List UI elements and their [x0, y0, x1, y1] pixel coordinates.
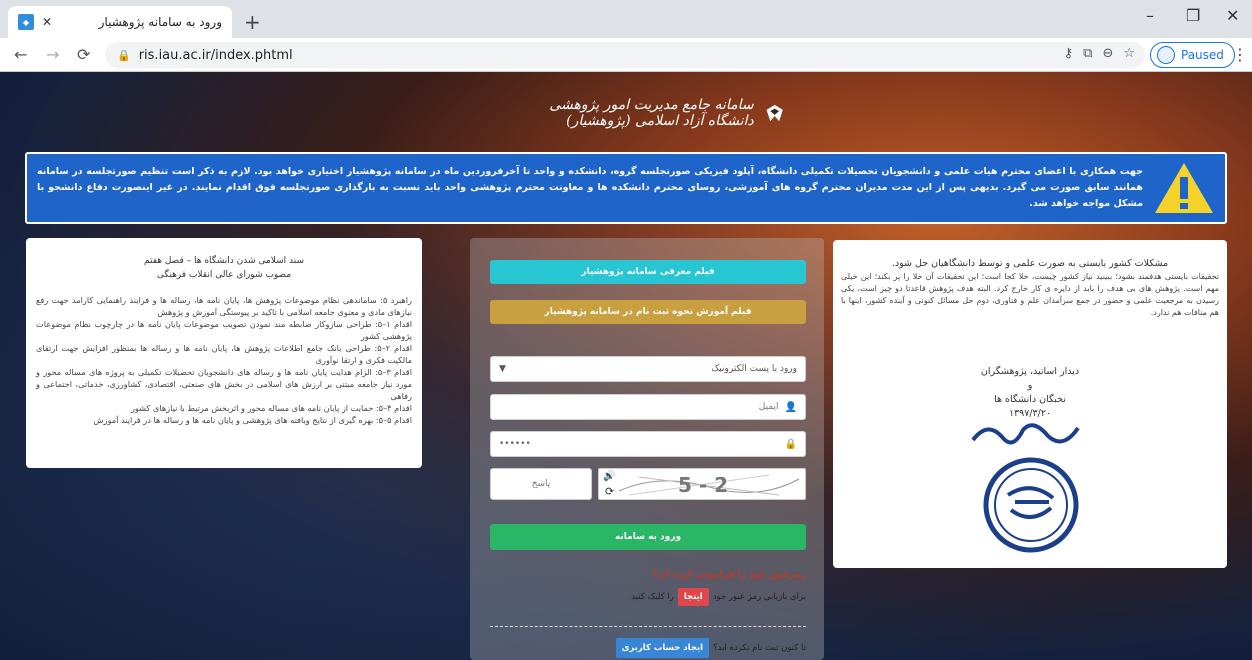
close-window-icon[interactable]: ✕	[1226, 6, 1239, 25]
document-paragraph: اقدام ۳–۵: الزام هدایت پایان نامه ها و ر…	[36, 367, 412, 401]
announcement-text: جهت همکاری با اعضای محترم هیات علمی و دا…	[37, 166, 1143, 209]
document-paragraph: اقدام ۴–۵: حمایت از پایان نامه های مساله…	[130, 403, 412, 413]
login-method-value: ورود با پست الکترونیک	[711, 364, 797, 374]
translate-icon[interactable]: ⧉	[1083, 46, 1092, 61]
signature-stamp-icon	[971, 423, 1080, 553]
minimize-icon[interactable]: –	[1146, 6, 1154, 25]
tab-title: ورود به سامانه پژوهشیار	[98, 15, 222, 29]
captcha-audio-icon[interactable]: 🔊	[603, 471, 615, 482]
site-favicon-icon: ◆	[18, 14, 34, 30]
address-bar[interactable]: 🔒 ris.iau.ac.ir/index.phtml ⚷ ⧉ ⊖ ☆	[105, 42, 1145, 68]
recover-prefix: برای بازیابی رمز عبور خود	[712, 592, 806, 602]
document-paragraph: اقدام ۱–۵: طراحی سازوکار ضابطه مند نمودن…	[36, 319, 413, 341]
password-input[interactable]	[499, 439, 779, 449]
divider	[490, 626, 806, 627]
signup-tutorial-video-button[interactable]: فیلم آموزش نحوه ثبت نام در سامانه پژوهشی…	[490, 300, 806, 324]
document-paragraph: راهبرد ۵: ساماندهی نظام موضوعات پژوهش ها…	[36, 295, 412, 317]
forgot-password-section: رمزعبور خود را فراموش کرده اید؟ برای باز…	[490, 570, 806, 606]
email-field[interactable]: 👤	[490, 394, 806, 420]
password-field[interactable]: 🔒	[490, 431, 806, 457]
new-tab-icon[interactable]: +	[244, 10, 261, 34]
captcha-text: 5 - 2	[678, 473, 728, 497]
card-title: سند اسلامی شدن دانشگاه ها – فصل هفتم	[143, 256, 304, 266]
create-account-button[interactable]: ایجاد حساب کاربری	[615, 638, 710, 658]
captcha-image: 5 - 2 🔊 ⟳	[598, 468, 806, 500]
quote-body: تحقیقات بایستی هدفمند بشود؛ ببینید نیاز …	[841, 272, 1219, 317]
document-paragraph: اقدام ۵–۵: بهره گیری از نتایج ویافته های…	[93, 415, 412, 425]
signup-question: تا کنون ثبت نام نکرده اید؟	[713, 643, 806, 653]
profile-button[interactable]: Paused	[1150, 42, 1235, 68]
meeting-line: دیدار اساتید، پژوهشگران	[980, 366, 1080, 377]
signup-section: تا کنون ثبت نام نکرده اید؟ ایجاد حساب کا…	[490, 638, 806, 658]
islamic-university-document-card: سند اسلامی شدن دانشگاه ها – فصل هفتم مصو…	[26, 238, 422, 468]
login-panel: فیلم معرفی سامانه پژوهشیار فیلم آموزش نح…	[470, 238, 824, 660]
leader-quote-card: مشکلات کشور بایستی به صورت علمی و توسط د…	[833, 240, 1227, 568]
login-button[interactable]: ورود به سامانه	[490, 524, 806, 550]
close-tab-icon[interactable]: ✕	[42, 15, 52, 29]
lock-icon: 🔒	[117, 48, 131, 62]
user-icon: 👤	[784, 401, 797, 413]
dropdown-arrow-icon: ▼	[499, 364, 506, 374]
recover-suffix: را کلیک کنید	[631, 592, 674, 602]
forgot-password-question: رمزعبور خود را فراموش کرده اید؟	[652, 570, 806, 580]
university-emblem-icon	[766, 104, 783, 122]
restore-icon[interactable]: ❐	[1186, 6, 1200, 25]
card-subtitle: مصوب شورای عالی انقلاب فرهنگی	[156, 270, 292, 280]
logo-text: سامانه جامع مدیریت امور پژوهشی دانشگاه آ…	[549, 97, 754, 129]
announcement-banner: جهت همکاری با اعضای محترم هیات علمی و دا…	[25, 152, 1227, 224]
reload-icon[interactable]: ⟳	[77, 45, 90, 64]
warning-icon	[1155, 163, 1213, 213]
browser-tab[interactable]: ◆ ✕ ورود به سامانه پژوهشیار	[8, 6, 232, 38]
captcha-answer-input[interactable]	[491, 479, 591, 489]
quote-heading: مشکلات کشور بایستی به صورت علمی و توسط د…	[891, 258, 1169, 269]
lock-icon: 🔒	[784, 438, 797, 450]
login-method-select[interactable]: ورود با پست الکترونیک ▼	[490, 356, 806, 382]
profile-avatar-icon	[1157, 46, 1175, 64]
profile-status: Paused	[1181, 48, 1224, 62]
document-paragraph: اقدام ۲–۵: طراحی بانک جامع اطلاعات پژوهش…	[36, 343, 413, 365]
captcha-refresh-icon[interactable]: ⟳	[605, 485, 614, 498]
forward-icon[interactable]: →	[46, 45, 59, 64]
zoom-icon[interactable]: ⊖	[1102, 46, 1113, 61]
key-icon[interactable]: ⚷	[1064, 46, 1074, 61]
url-text: ris.iau.ac.ir/index.phtml	[138, 47, 293, 63]
menu-icon[interactable]: ⋮	[1232, 45, 1248, 64]
back-icon[interactable]: ←	[14, 45, 27, 64]
meeting-line: نخبگان دانشگاه ها	[994, 394, 1066, 405]
intro-video-button[interactable]: فیلم معرفی سامانه پژوهشیار	[490, 260, 806, 284]
recover-password-button[interactable]: اینجا	[677, 588, 709, 606]
captcha-answer-field[interactable]	[490, 468, 592, 500]
email-input[interactable]	[499, 402, 779, 412]
browser-tab-bar: ◆ ✕ ورود به سامانه پژوهشیار + – ❐ ✕	[0, 0, 1252, 38]
page-content: سامانه جامع مدیریت امور پژوهشی دانشگاه آ…	[0, 72, 1252, 660]
meeting-line: و	[1027, 380, 1033, 391]
site-logo[interactable]: سامانه جامع مدیریت امور پژوهشی دانشگاه آ…	[505, 90, 785, 136]
browser-toolbar: ← → ⟳ 🔒 ris.iau.ac.ir/index.phtml ⚷ ⧉ ⊖ …	[0, 38, 1252, 72]
star-icon[interactable]: ☆	[1123, 46, 1135, 61]
